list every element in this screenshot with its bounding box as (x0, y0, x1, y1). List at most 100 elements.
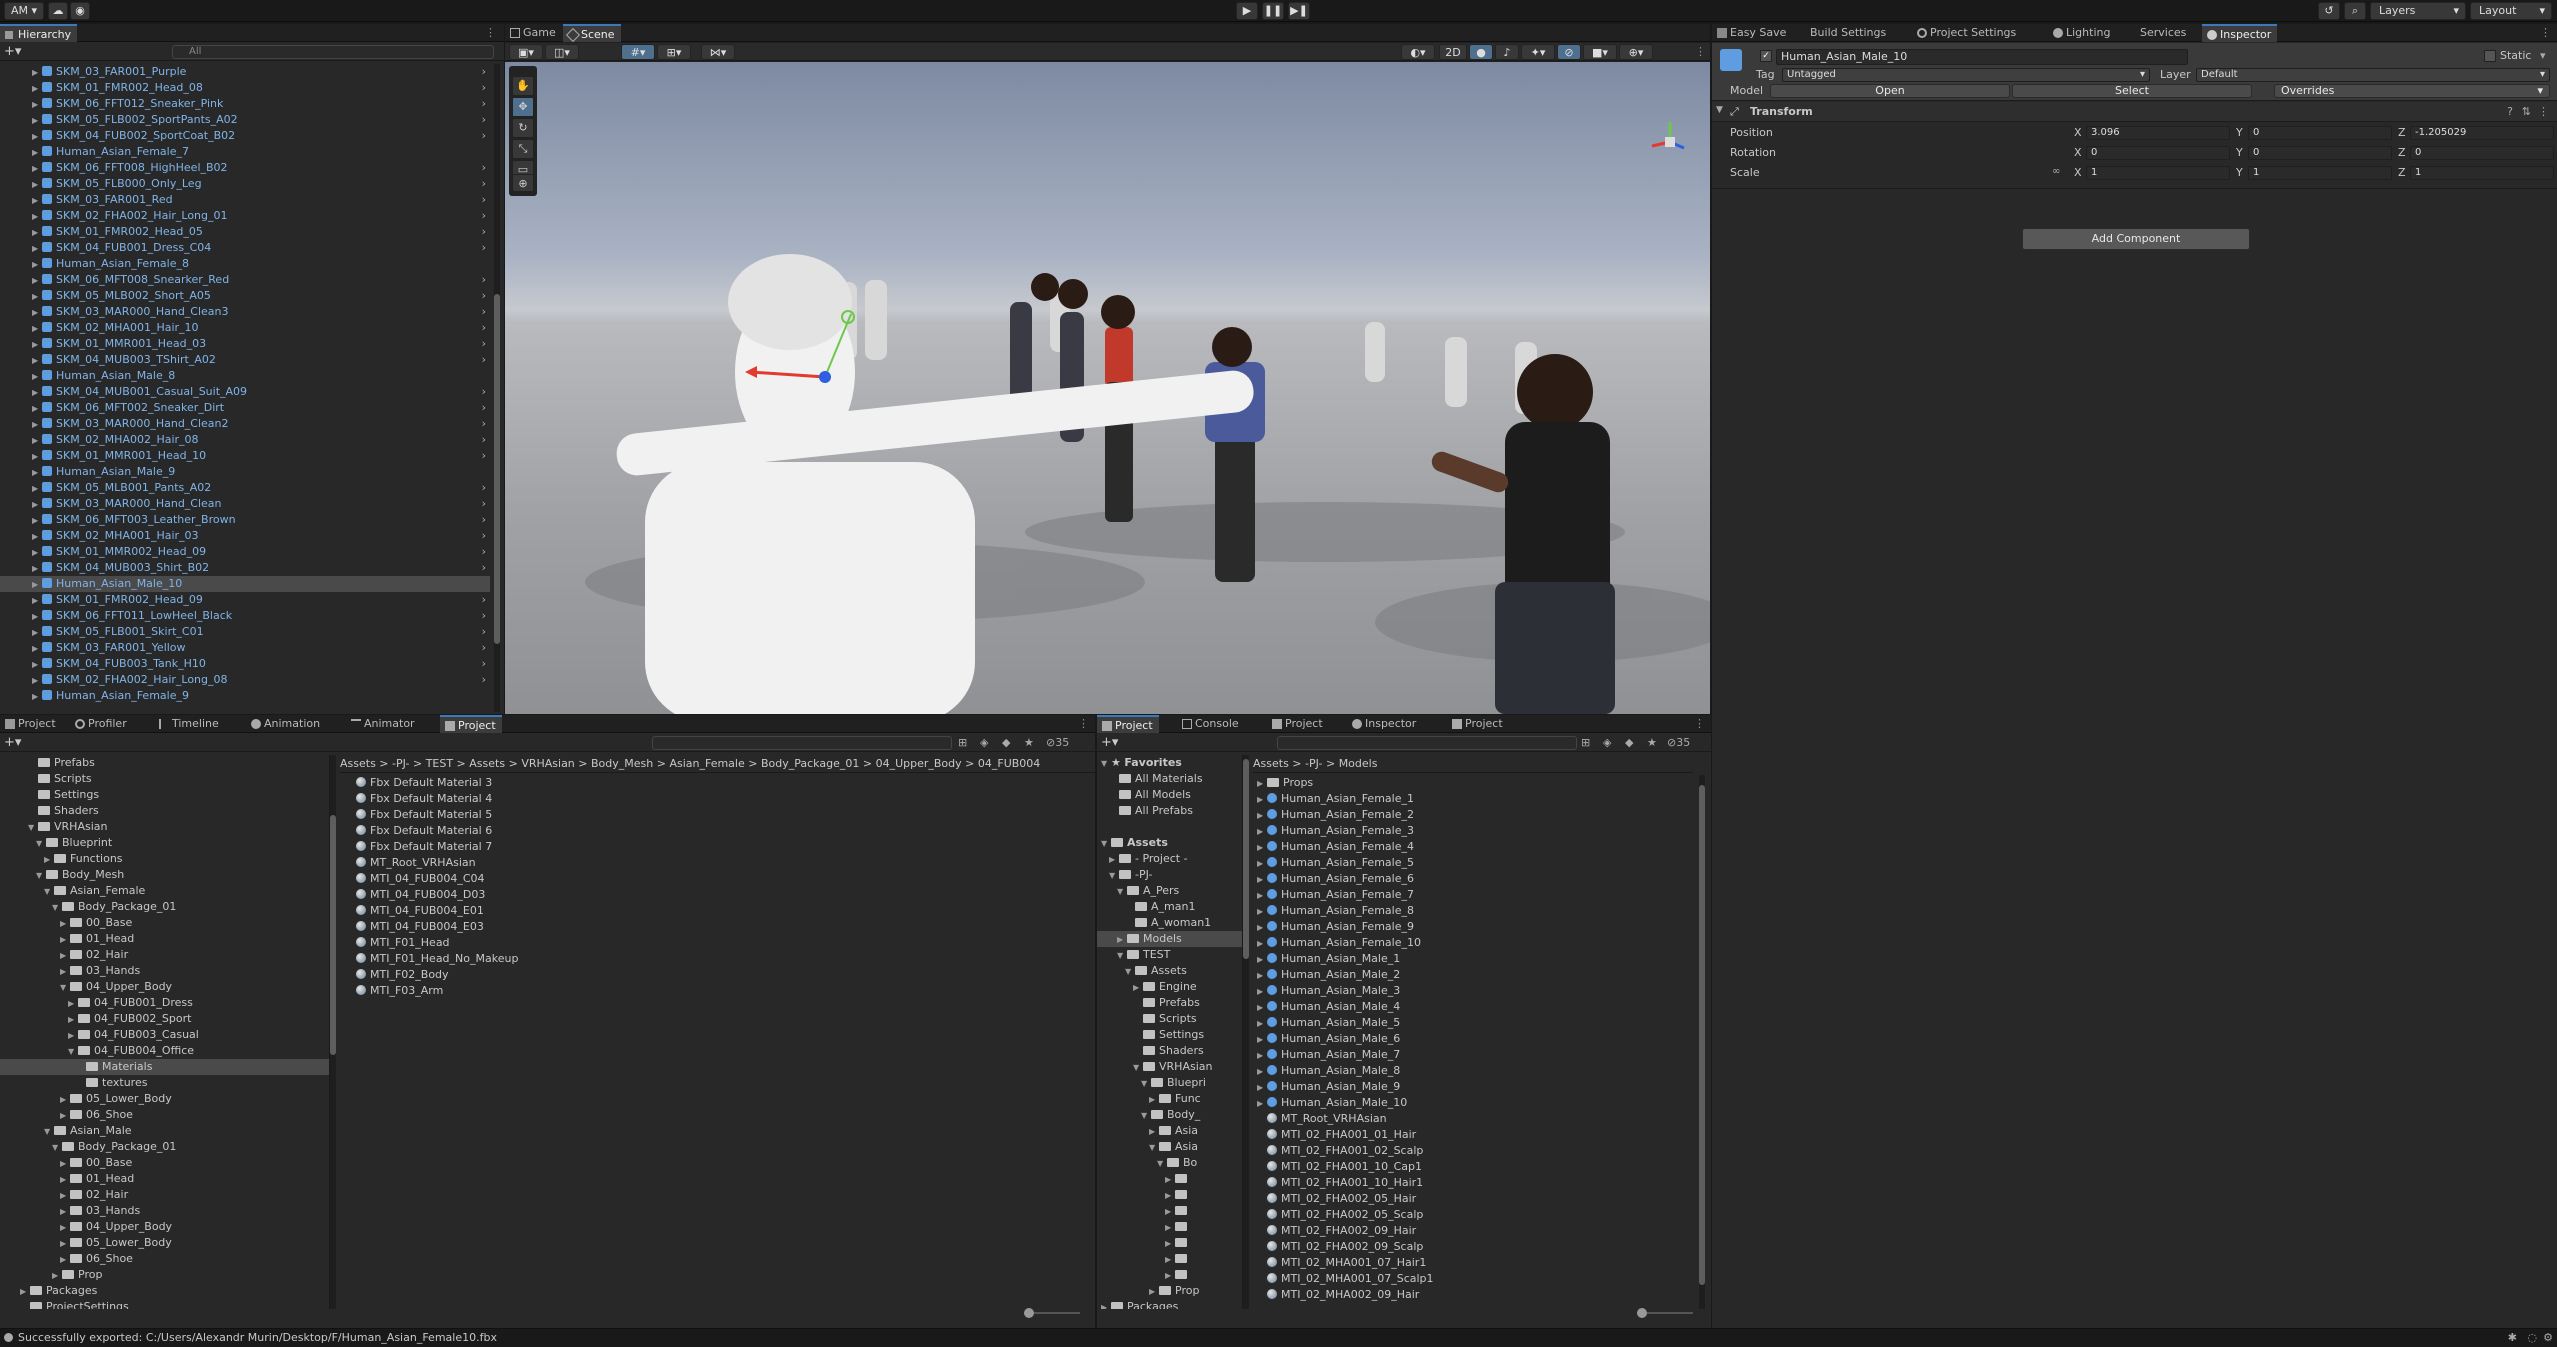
expand-arrow-icon[interactable]: ▶ (32, 449, 42, 465)
tree-item[interactable]: ▶ Packages (0, 1283, 329, 1299)
hierarchy-item[interactable]: ▶ SKM_01_MMR002_Head_09 › (0, 544, 490, 560)
hierarchy-item[interactable]: ▶ SKM_04_FUB002_SportCoat_B02 › (0, 128, 490, 144)
expand-arrow-icon[interactable]: ▶ (32, 145, 42, 161)
expand-arrow-icon[interactable]: ▶ (68, 996, 78, 1012)
play-button[interactable]: ▶ (1236, 2, 1258, 20)
expand-arrow-icon[interactable]: ▼ (1125, 964, 1135, 980)
hierarchy-item[interactable]: ▶ SKM_02_FHA002_Hair_Long_01 › (0, 208, 490, 224)
progress-icon[interactable]: ◌ (2527, 1329, 2537, 1347)
tree-item[interactable]: ▼ 04_FUB004_Office (0, 1043, 329, 1059)
constrain-proportions-icon[interactable]: ∞ (2052, 166, 2060, 177)
gizmos-dropdown[interactable]: ⊕▾ (1619, 44, 1653, 60)
asset-item[interactable]: ▶ Human_Asian_Female_4 (1257, 839, 1677, 855)
preset-icon[interactable]: ⇅ (2522, 105, 2531, 118)
select-button[interactable]: Select (2012, 84, 2252, 98)
hierarchy-scrollbar[interactable] (494, 64, 500, 712)
expand-arrow-icon[interactable]: ▶ (52, 1268, 62, 1284)
hierarchy-item[interactable]: ▶ SKM_01_FMR002_Head_09 › (0, 592, 490, 608)
expand-arrow-icon[interactable]: ▶ (1257, 808, 1267, 824)
expand-arrow-icon[interactable]: ▼ (60, 980, 70, 996)
expand-arrow-icon[interactable]: ▶ (32, 401, 42, 417)
asset-item[interactable]: MTI_02_FHA001_02_Scalp (1257, 1143, 1677, 1159)
tree-item[interactable]: ▶ Prop (1097, 1283, 1242, 1299)
tree-item[interactable]: ▶ - Project - (1097, 851, 1242, 867)
expand-arrow-icon[interactable]: ▶ (60, 1204, 70, 1220)
expand-arrow-icon[interactable]: ▶ (60, 1156, 70, 1172)
expand-arrow-icon[interactable]: ▶ (60, 932, 70, 948)
chevron-right-icon[interactable]: › (482, 480, 486, 496)
expand-arrow-icon[interactable]: ▶ (1109, 852, 1119, 868)
expand-arrow-icon[interactable]: ▶ (32, 321, 42, 337)
chevron-right-icon[interactable]: › (482, 208, 486, 224)
hierarchy-item[interactable]: ▶ SKM_06_MFT008_Snearker_Red › (0, 272, 490, 288)
create-button[interactable]: +▾ (4, 44, 21, 59)
tab-console[interactable]: Console (1177, 715, 1245, 733)
asset-item[interactable]: ▶ Props (1257, 775, 1677, 791)
tree-item[interactable]: ▶ 04_FUB003_Casual (0, 1027, 329, 1043)
tree-item[interactable]: ▼ Assets (1097, 963, 1242, 979)
asset-item[interactable]: ▶ Human_Asian_Male_7 (1257, 1047, 1677, 1063)
project-right-tree-scrollbar[interactable] (1243, 755, 1249, 1309)
breadcrumb-item[interactable]: TEST (426, 757, 453, 770)
tree-item[interactable]: ▼ Bluepri (1097, 1075, 1242, 1091)
asset-item[interactable]: MTI_04_FUB004_E01 (356, 903, 1056, 919)
hidden-count-icon[interactable]: ⊘35 (1046, 736, 1069, 749)
hierarchy-item[interactable]: ▶ SKM_01_MMR001_Head_03 › (0, 336, 490, 352)
scene-view-dropdown[interactable]: ▣▾ (509, 44, 543, 60)
rotation-z-field[interactable]: 0 (2410, 146, 2554, 160)
asset-item[interactable]: ▶ Human_Asian_Female_10 (1257, 935, 1677, 951)
overrides-dropdown[interactable]: Overrides ▾ (2274, 84, 2550, 98)
breadcrumb-item[interactable]: Asian_Female (669, 757, 744, 770)
tree-item[interactable]: ▼ Body_ (1097, 1107, 1242, 1123)
expand-arrow-icon[interactable]: ▶ (1257, 776, 1267, 792)
expand-arrow-icon[interactable]: ▶ (32, 305, 42, 321)
hierarchy-item[interactable]: ▶ Human_Asian_Female_8 (0, 256, 490, 272)
hierarchy-item[interactable]: ▶ SKM_01_FMR002_Head_08 › (0, 80, 490, 96)
expand-arrow-icon[interactable]: ▶ (60, 1172, 70, 1188)
chevron-right-icon[interactable]: › (482, 64, 486, 80)
breadcrumb-item[interactable]: 04_FUB004 (978, 757, 1040, 770)
scale-x-field[interactable]: 1 (2086, 166, 2230, 180)
expand-arrow-icon[interactable]: ▶ (68, 1012, 78, 1028)
type-filter-icon[interactable]: ◈ (980, 736, 988, 749)
tree-item[interactable]: ▶ Models (1097, 931, 1242, 947)
asset-item[interactable]: MTI_F01_Head_No_Makeup (356, 951, 1056, 967)
expand-arrow-icon[interactable]: ▶ (32, 545, 42, 561)
tree-item[interactable]: textures (0, 1075, 329, 1091)
hidden-count-icon-2[interactable]: ⊘35 (1667, 736, 1690, 749)
hierarchy-item[interactable]: ▶ SKM_05_MLB001_Pants_A02 › (0, 480, 490, 496)
tab-project-2[interactable]: Project (440, 715, 502, 733)
expand-arrow-icon[interactable]: ▶ (1257, 888, 1267, 904)
expand-arrow-icon[interactable]: ▶ (32, 689, 42, 705)
expand-arrow-icon[interactable]: ▶ (60, 1236, 70, 1252)
type-filter-icon-2[interactable]: ◈ (1603, 736, 1611, 749)
chevron-right-icon[interactable]: › (482, 352, 486, 368)
chevron-right-icon[interactable]: › (482, 432, 486, 448)
panel-menu-icon[interactable]: ⋮ (485, 26, 496, 39)
tab-easy-save[interactable]: Easy Save (1712, 24, 1792, 42)
hierarchy-item[interactable]: ▶ Human_Asian_Female_9 (0, 688, 490, 704)
asset-item[interactable]: ▶ Human_Asian_Male_5 (1257, 1015, 1677, 1031)
chevron-right-icon[interactable]: › (482, 112, 486, 128)
hierarchy-item[interactable]: ▶ SKM_06_MFT002_Sneaker_Dirt › (0, 400, 490, 416)
tree-item[interactable]: ▶ Engine (1097, 979, 1242, 995)
breadcrumb-item[interactable]: -PJ- (1305, 757, 1322, 770)
project-right-files-scrollbar[interactable] (1699, 775, 1705, 1309)
tree-item[interactable]: ▶ 04_FUB001_Dress (0, 995, 329, 1011)
expand-arrow-icon[interactable]: ▶ (60, 1092, 70, 1108)
tree-item[interactable]: Settings (0, 787, 329, 803)
expand-arrow-icon[interactable]: ▶ (1257, 904, 1267, 920)
tree-item[interactable]: ▼ Assets (1097, 835, 1242, 851)
expand-arrow-icon[interactable]: ▶ (32, 241, 42, 257)
expand-arrow-icon[interactable]: ▶ (1165, 1172, 1175, 1188)
hierarchy-item[interactable]: ▶ SKM_02_MHA001_Hair_03 › (0, 528, 490, 544)
asset-item[interactable]: MTI_F03_Arm (356, 983, 1056, 999)
expand-arrow-icon[interactable]: ▶ (1133, 980, 1143, 996)
asset-item[interactable]: ▶ Human_Asian_Male_10 (1257, 1095, 1677, 1111)
audio-toggle-icon[interactable]: ♪ (1495, 44, 1519, 60)
expand-arrow-icon[interactable]: ▶ (32, 465, 42, 481)
rotation-y-field[interactable]: 0 (2248, 146, 2392, 160)
tree-item[interactable]: Prefabs (1097, 995, 1242, 1011)
expand-arrow-icon[interactable]: ▶ (32, 641, 42, 657)
expand-arrow-icon[interactable]: ▼ (68, 1044, 78, 1060)
